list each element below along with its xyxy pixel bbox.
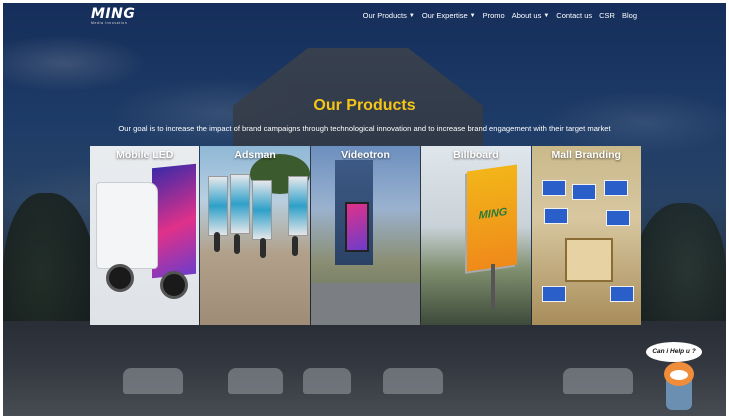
caret-down-icon: ▼ bbox=[469, 12, 476, 19]
product-card-videotron[interactable]: Videotron bbox=[310, 146, 421, 325]
nav-item-label: About us bbox=[511, 11, 542, 20]
caret-down-icon: ▼ bbox=[543, 12, 550, 19]
section-tagline: Our goal is to increase the impact of br… bbox=[118, 124, 611, 133]
sign-board-image bbox=[208, 176, 229, 236]
nav-item-label: Our Products bbox=[362, 11, 407, 20]
product-card-label: Mall Branding bbox=[551, 149, 621, 161]
truck-image bbox=[96, 182, 158, 269]
product-card-label: Billboard bbox=[453, 149, 499, 161]
wheel-image bbox=[106, 264, 134, 292]
nav-item-label: Promo bbox=[482, 11, 505, 20]
nav-contact-us[interactable]: Contact us bbox=[556, 11, 592, 20]
stall-image bbox=[541, 180, 566, 196]
logo-text: MING bbox=[91, 6, 136, 22]
sign-board-image bbox=[230, 174, 251, 234]
nav-about-us[interactable]: About us ▼ bbox=[512, 11, 550, 20]
product-cards: Mobile LED Adsman Videotron Billboard MI… bbox=[90, 146, 641, 325]
caret-down-icon: ▼ bbox=[408, 12, 415, 19]
person-image bbox=[292, 236, 299, 256]
product-card-label: Adsman bbox=[234, 149, 276, 161]
atrium-image bbox=[564, 238, 613, 282]
nav-item-label: Our Expertise bbox=[421, 11, 468, 20]
stall-image bbox=[609, 286, 634, 302]
person-image bbox=[234, 234, 241, 254]
nav-promo[interactable]: Promo bbox=[483, 11, 505, 20]
nav-blog[interactable]: Blog bbox=[622, 11, 637, 20]
nav-item-label: CSR bbox=[599, 11, 615, 20]
nav-item-label: Blog bbox=[621, 11, 637, 20]
wheel-image bbox=[160, 271, 188, 299]
sign-board-image bbox=[252, 180, 273, 240]
nav-our-products[interactable]: Our Products ▼ bbox=[363, 11, 415, 20]
product-card-mall-branding[interactable]: Mall Branding bbox=[531, 146, 641, 325]
page: MING Media Innovation Our Products ▼ Our… bbox=[0, 0, 729, 419]
stall-image bbox=[541, 286, 566, 302]
main-nav: Our Products ▼ Our Expertise ▼ Promo Abo… bbox=[363, 11, 637, 20]
road-image bbox=[310, 283, 421, 325]
person-image bbox=[214, 232, 221, 252]
product-card-label: Mobile LED bbox=[116, 149, 174, 161]
product-card-billboard[interactable]: Billboard MING bbox=[421, 146, 531, 325]
product-card-label: Videotron bbox=[341, 149, 390, 161]
person-image bbox=[260, 238, 267, 258]
product-card-mobile-led[interactable]: Mobile LED bbox=[90, 146, 200, 325]
stall-image bbox=[605, 210, 630, 226]
nav-item-label: Contact us bbox=[556, 11, 593, 20]
chat-bubble: Can i Help u ? bbox=[646, 342, 702, 362]
nav-our-expertise[interactable]: Our Expertise ▼ bbox=[422, 11, 476, 20]
stall-image bbox=[571, 184, 596, 200]
section-title: Our Products bbox=[313, 97, 416, 114]
stall-image bbox=[603, 180, 628, 196]
led-screen-image bbox=[152, 163, 196, 279]
product-card-adsman[interactable]: Adsman bbox=[200, 146, 310, 325]
billboard-pole bbox=[491, 264, 496, 309]
chat-widget[interactable]: Can i Help u ? bbox=[640, 340, 710, 418]
mascot-face-icon bbox=[670, 370, 688, 380]
stall-image bbox=[543, 208, 568, 224]
videotron-screen-image bbox=[344, 202, 369, 252]
logo[interactable]: MING Media Innovation bbox=[91, 7, 141, 27]
sign-board-image bbox=[288, 176, 309, 236]
nav-csr[interactable]: CSR bbox=[599, 11, 615, 20]
